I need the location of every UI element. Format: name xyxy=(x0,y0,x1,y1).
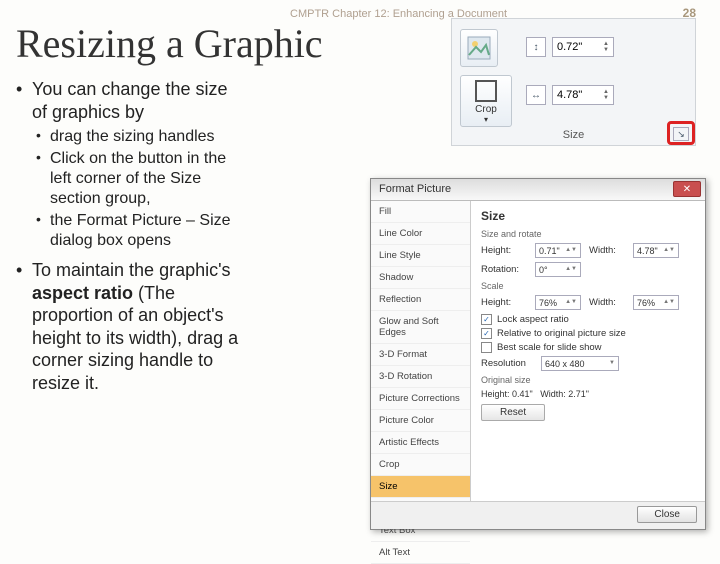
dialog-nav: Fill Line Color Line Style Shadow Reflec… xyxy=(371,201,471,501)
spinner-arrows-icon: ▲▼ xyxy=(603,89,609,101)
group-label: Size xyxy=(452,129,695,141)
nav-reflection[interactable]: Reflection xyxy=(371,289,470,311)
width-field[interactable]: 4.78" ▲▼ xyxy=(633,243,679,258)
picture-placeholder-button[interactable] xyxy=(460,29,498,67)
bullet-1-line1: You can change the size xyxy=(32,79,228,99)
ribbon-size-group: Crop ▾ ↕ 0.72" ▲▼ ↔ 4.78" ▲▼ Size ↘ xyxy=(451,18,696,146)
spinner-icon: ▲▼ xyxy=(663,248,675,253)
orig-width: Width: 2.71" xyxy=(540,389,589,399)
crop-button[interactable]: Crop ▾ xyxy=(460,75,512,127)
nav-glow[interactable]: Glow and Soft Edges xyxy=(371,311,470,344)
nav-shadow[interactable]: Shadow xyxy=(371,267,470,289)
height-value: 0.72" xyxy=(557,41,582,53)
resolution-label: Resolution xyxy=(481,358,541,369)
crop-icon xyxy=(475,80,497,102)
relative-original-checkbox[interactable]: ✓ Relative to original picture size xyxy=(481,328,695,339)
body-text: You can change the size of graphics by d… xyxy=(16,78,366,402)
chk1-label: Lock aspect ratio xyxy=(497,314,569,325)
best-scale-checkbox[interactable]: Best scale for slide show xyxy=(481,342,695,353)
scale-width-label: Width: xyxy=(589,297,633,308)
checkbox-icon xyxy=(481,342,492,353)
resolution-field[interactable]: 640 x 480 ▼ xyxy=(541,356,619,371)
spinner-arrows-icon: ▲▼ xyxy=(603,41,609,53)
dropdown-arrow-icon: ▾ xyxy=(461,115,511,124)
dialog-title: Format Picture xyxy=(379,183,451,195)
bullet-2-l6: resize it. xyxy=(32,373,99,393)
format-picture-dialog: Format Picture ✕ Fill Line Color Line St… xyxy=(370,178,706,530)
scale-height-value: 76% xyxy=(539,298,557,308)
spinner-icon: ▲▼ xyxy=(565,300,577,305)
sub-2-l3: section group, xyxy=(50,190,151,207)
height-label: Height: xyxy=(481,245,535,256)
nav-3d-rotation[interactable]: 3-D Rotation xyxy=(371,366,470,388)
spinner-icon: ▲▼ xyxy=(565,248,577,253)
close-dialog-button[interactable]: Close xyxy=(637,506,697,523)
scale-height-field[interactable]: 76% ▲▼ xyxy=(535,295,581,310)
bullet-2-bold: aspect ratio xyxy=(32,283,133,303)
width-value: 4.78" xyxy=(557,89,582,101)
nav-artistic[interactable]: Artistic Effects xyxy=(371,432,470,454)
chk3-label: Best scale for slide show xyxy=(497,342,602,353)
section-scale: Scale xyxy=(481,281,695,291)
bullet-2-l2b: (The xyxy=(133,283,175,303)
orig-height: Height: 0.41" xyxy=(481,389,533,399)
nav-line-color[interactable]: Line Color xyxy=(371,223,470,245)
spinner-icon: ▲▼ xyxy=(663,300,675,305)
bullet-2-l5: corner sizing handle to xyxy=(32,350,213,370)
rotation-label: Rotation: xyxy=(481,264,535,275)
height-icon: ↕ xyxy=(526,37,546,57)
checkbox-icon: ✓ xyxy=(481,328,492,339)
dropdown-icon: ▼ xyxy=(609,361,615,366)
sub-2-l1: Click on the button in the xyxy=(50,150,226,167)
lock-aspect-checkbox[interactable]: ✓ Lock aspect ratio xyxy=(481,314,695,325)
bullet-1-line2: of graphics by xyxy=(32,102,144,122)
nav-pic-corrections[interactable]: Picture Corrections xyxy=(371,388,470,410)
dialog-launcher-button[interactable]: ↘ xyxy=(673,127,689,141)
spinner-icon: ▲▼ xyxy=(565,267,577,272)
picture-icon xyxy=(466,35,492,61)
nav-3d-format[interactable]: 3-D Format xyxy=(371,344,470,366)
bullet-2-l3: proportion of an object's xyxy=(32,305,224,325)
resolution-value: 640 x 480 xyxy=(545,359,585,369)
sub-3-l1: the Format Picture – Size xyxy=(50,212,231,229)
dialog-pane: Size Size and rotate Height: 0.71" ▲▼ Wid… xyxy=(471,201,705,501)
nav-pic-color[interactable]: Picture Color xyxy=(371,410,470,432)
dialog-footer: Close xyxy=(371,501,705,529)
scale-height-label: Height: xyxy=(481,297,535,308)
rotation-field[interactable]: 0° ▲▼ xyxy=(535,262,581,277)
sub-3-l2: dialog box opens xyxy=(50,232,171,249)
height-field-value: 0.71" xyxy=(539,246,560,256)
nav-fill[interactable]: Fill xyxy=(371,201,470,223)
bullet-2-l4: height to its width), drag a xyxy=(32,328,238,348)
section-original: Original size xyxy=(481,375,695,385)
bullet-2-l1: To maintain the graphic's xyxy=(32,260,231,280)
sub-1: drag the sizing handles xyxy=(32,127,366,147)
close-button[interactable]: ✕ xyxy=(673,181,701,197)
checkbox-icon: ✓ xyxy=(481,314,492,325)
reset-button[interactable]: Reset xyxy=(481,404,545,421)
height-spinner[interactable]: 0.72" ▲▼ xyxy=(552,37,614,57)
height-field[interactable]: 0.71" ▲▼ xyxy=(535,243,581,258)
scale-width-field[interactable]: 76% ▲▼ xyxy=(633,295,679,310)
width-spinner[interactable]: 4.78" ▲▼ xyxy=(552,85,614,105)
width-field-value: 4.78" xyxy=(637,246,658,256)
nav-crop[interactable]: Crop xyxy=(371,454,470,476)
rotation-value: 0° xyxy=(539,265,548,275)
dialog-titlebar: Format Picture ✕ xyxy=(371,179,705,201)
crop-label: Crop xyxy=(475,104,497,115)
nav-line-style[interactable]: Line Style xyxy=(371,245,470,267)
width-label: Width: xyxy=(589,245,633,256)
nav-alt-text[interactable]: Alt Text xyxy=(371,542,470,564)
sub-2-l2: left corner of the Size xyxy=(50,170,201,187)
pane-heading: Size xyxy=(481,209,695,223)
chk2-label: Relative to original picture size xyxy=(497,328,626,339)
width-icon: ↔ xyxy=(526,85,546,105)
slide-title: Resizing a Graphic xyxy=(16,20,323,67)
section-size-rotate: Size and rotate xyxy=(481,229,695,239)
scale-width-value: 76% xyxy=(637,298,655,308)
nav-size[interactable]: Size xyxy=(371,476,470,498)
